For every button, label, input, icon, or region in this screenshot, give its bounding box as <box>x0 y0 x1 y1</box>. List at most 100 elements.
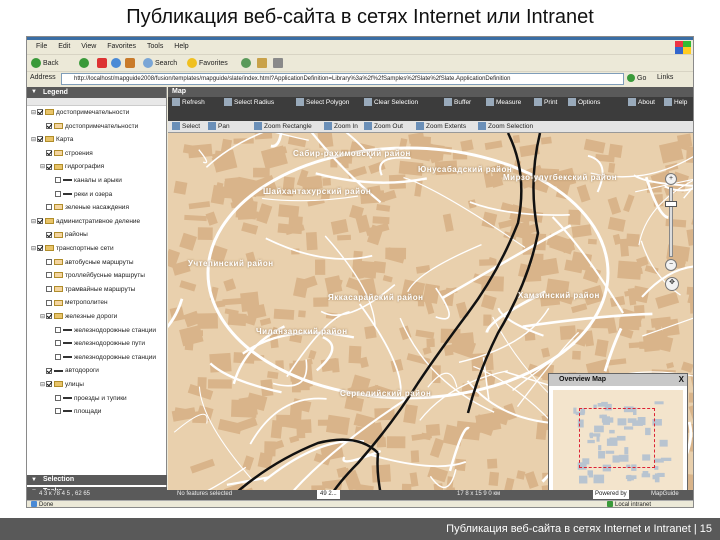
menu-view[interactable]: View <box>81 40 96 54</box>
legend-item[interactable]: строения <box>40 149 93 159</box>
layer-visibility-checkbox[interactable] <box>55 354 61 361</box>
legend-item[interactable]: автобусные маршруты <box>40 258 134 268</box>
pan-control-icon[interactable]: ✥ <box>665 277 679 291</box>
mail-button[interactable] <box>257 57 269 70</box>
refresh-button[interactable] <box>111 57 123 70</box>
links-button[interactable]: Links <box>657 74 673 81</box>
tool-buffer-button[interactable]: Buffer <box>444 97 471 109</box>
layer-visibility-checkbox[interactable] <box>46 150 52 157</box>
tool-pan-button[interactable]: Pan <box>208 121 230 133</box>
menu-favorites[interactable]: Favorites <box>107 40 136 54</box>
tool-zoom-selection-button[interactable]: Zoom Selection <box>478 121 533 133</box>
legend-list: ⊟ достопримечательности достопримечательно… <box>27 106 166 436</box>
layer-visibility-checkbox[interactable] <box>55 326 61 333</box>
legend-item[interactable]: трамвайные маршруты <box>40 285 135 295</box>
legend-item[interactable]: зеленые насаждения <box>40 203 129 213</box>
tool-clear-selection-button[interactable]: Clear Selection <box>364 97 418 109</box>
tool-zoom-in-button[interactable]: Zoom In <box>324 121 358 133</box>
menu-file[interactable]: File <box>36 40 47 54</box>
favorites-button[interactable]: Favorites <box>187 57 228 70</box>
print-button[interactable] <box>273 57 285 70</box>
overview-block <box>593 474 605 484</box>
layer-visibility-checkbox[interactable] <box>55 340 61 347</box>
layer-visibility-checkbox[interactable] <box>46 286 52 293</box>
layer-visibility-checkbox[interactable] <box>46 204 52 211</box>
legend-item[interactable]: ⊟ гидрография <box>40 162 104 172</box>
legend-item[interactable]: ⊟ железные дороги <box>40 312 117 322</box>
menu-tools[interactable]: Tools <box>147 40 163 54</box>
legend-item[interactable]: площади <box>49 407 101 417</box>
legend-item[interactable]: проезды и тупики <box>49 394 127 404</box>
layer-visibility-checkbox[interactable] <box>37 136 43 143</box>
search-button[interactable]: Search <box>143 57 177 70</box>
overview-map-canvas[interactable] <box>553 390 683 494</box>
legend-item[interactable]: ⊟ административное деление <box>31 217 140 227</box>
legend-item[interactable]: метрополитен <box>40 298 108 308</box>
layer-visibility-checkbox[interactable] <box>55 394 61 401</box>
tool-about-button[interactable]: About <box>628 97 655 109</box>
layer-visibility-checkbox[interactable] <box>46 231 52 238</box>
tool-zoom-extents-button[interactable]: Zoom Extents <box>416 121 466 133</box>
legend-item[interactable]: троллейбусные маршруты <box>40 271 145 281</box>
selection-panel-header[interactable]: Selection <box>27 475 167 485</box>
tool-refresh-button[interactable]: Refresh <box>172 97 205 109</box>
back-button[interactable]: Back <box>31 57 59 70</box>
tool-select-polygon-button[interactable]: Select Polygon <box>296 97 349 109</box>
legend-item[interactable]: каналы и арыки <box>49 176 122 186</box>
status-zone: Local intranet <box>607 501 651 507</box>
tool-print-button[interactable]: Print <box>534 97 557 109</box>
layer-visibility-checkbox[interactable] <box>55 408 61 415</box>
legend-header[interactable]: Legend <box>27 87 166 98</box>
legend-item[interactable]: районы <box>40 230 88 240</box>
tool-zoom-out-button[interactable]: Zoom Out <box>364 121 403 133</box>
tool-measure-button[interactable]: Measure <box>486 97 521 109</box>
map-canvas[interactable]: Сабир-рахимовский район Юнусабадский рай… <box>168 133 693 500</box>
tool-select-radius-button[interactable]: Select Radius <box>224 97 274 109</box>
menu-help[interactable]: Help <box>174 40 188 54</box>
layer-visibility-checkbox[interactable] <box>37 109 43 116</box>
history-button[interactable] <box>241 57 253 70</box>
layer-visibility-checkbox[interactable] <box>46 313 52 320</box>
home-button[interactable] <box>125 57 137 70</box>
zoom-slider-handle[interactable] <box>665 201 677 207</box>
overview-block <box>627 474 632 482</box>
legend-item[interactable]: реки и озера <box>49 190 112 200</box>
layer-visibility-checkbox[interactable] <box>46 163 52 170</box>
layer-visibility-checkbox[interactable] <box>46 272 52 279</box>
go-button[interactable]: Go <box>627 73 655 85</box>
zoom-in-button[interactable]: + <box>665 173 677 185</box>
legend-item[interactable]: железнодорожные станции <box>49 353 156 363</box>
legend-item[interactable]: ⊟ достопримечательности <box>31 108 129 118</box>
layer-visibility-checkbox[interactable] <box>46 367 52 374</box>
layer-visibility-checkbox[interactable] <box>46 122 52 129</box>
map-block <box>633 314 642 328</box>
legend-item[interactable]: железнодорожные станции <box>49 326 156 336</box>
zoom-slider-track[interactable] <box>669 187 673 257</box>
footer-text: Публикация веб-сайта в сетях Internet и … <box>446 523 712 535</box>
layer-visibility-checkbox[interactable] <box>46 258 52 265</box>
legend-item[interactable]: ⊟ улицы <box>40 380 84 390</box>
scale-input[interactable]: 49 2... <box>317 490 340 499</box>
layer-visibility-checkbox[interactable] <box>37 218 43 225</box>
legend-item[interactable]: автодороги <box>40 366 99 376</box>
layer-visibility-checkbox[interactable] <box>55 190 61 197</box>
tool-options-button[interactable]: Options <box>568 97 600 109</box>
address-input[interactable]: http://localhost/mapguide2008/fusion/tem… <box>61 73 624 85</box>
zoom-out-button[interactable]: − <box>665 259 677 271</box>
layer-visibility-checkbox[interactable] <box>37 245 43 252</box>
legend-item[interactable]: ⊟ транспортные сети <box>31 244 114 254</box>
overview-close-icon[interactable]: X <box>679 374 684 386</box>
tool-zoom-rectangle-button[interactable]: Zoom Rectangle <box>254 121 312 133</box>
legend-item[interactable]: ⊟ Карта <box>31 135 73 145</box>
layer-visibility-checkbox[interactable] <box>46 299 52 306</box>
layer-visibility-checkbox[interactable] <box>55 177 61 184</box>
overview-viewport-rect[interactable] <box>579 408 655 468</box>
layer-visibility-checkbox[interactable] <box>46 381 52 388</box>
legend-item[interactable]: достопримечательности <box>40 122 138 132</box>
legend-item[interactable]: железнодорожные пути <box>49 339 145 349</box>
tool-select-button[interactable]: Select <box>172 121 200 133</box>
stop-button[interactable] <box>97 57 109 70</box>
forward-button[interactable] <box>79 57 91 70</box>
tool-help-button[interactable]: Help <box>664 97 687 109</box>
menu-edit[interactable]: Edit <box>58 40 70 54</box>
